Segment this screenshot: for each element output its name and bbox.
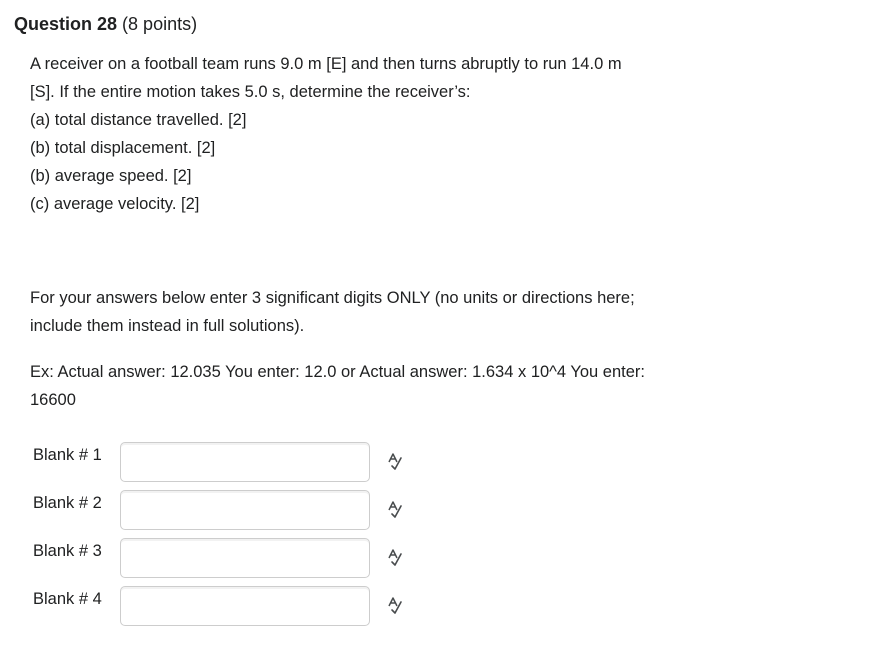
blank-label: Blank # 4 [33,590,102,608]
blank-input-2[interactable] [120,490,370,530]
blank-input-1[interactable] [120,442,370,482]
spellcheck-icon[interactable] [385,548,405,568]
question-body: A receiver on a football team runs 9.0 m… [30,50,870,414]
prompt-part-c: (c) average velocity. [2] [30,195,200,213]
blank-label: Blank # 2 [33,494,102,512]
spellcheck-icon[interactable] [385,452,405,472]
question-title: Question 28 [14,14,118,34]
example-line: 16600 [30,391,76,409]
instructions-line: For your answers below enter 3 significa… [30,289,635,307]
spellcheck-icon[interactable] [385,596,405,616]
spellcheck-icon[interactable] [385,500,405,520]
question-points: (8 points) [122,14,198,34]
question-header: Question 28 (8 points) [14,12,197,36]
prompt-line: [S]. If the entire motion takes 5.0 s, d… [30,83,471,101]
prompt-part-b-displacement: (b) total displacement. [2] [30,139,216,157]
example-line: Ex: Actual answer: 12.035 You enter: 12.… [30,363,646,381]
blank-label: Blank # 3 [33,542,102,560]
prompt-line: A receiver on a football team runs 9.0 m… [30,55,622,73]
prompt-part-a: (a) total distance travelled. [2] [30,111,247,129]
blank-label: Blank # 1 [33,446,102,464]
instructions-line: include them instead in full solutions). [30,317,305,335]
prompt-part-b-speed: (b) average speed. [2] [30,167,192,185]
blank-input-4[interactable] [120,586,370,626]
blank-input-3[interactable] [120,538,370,578]
